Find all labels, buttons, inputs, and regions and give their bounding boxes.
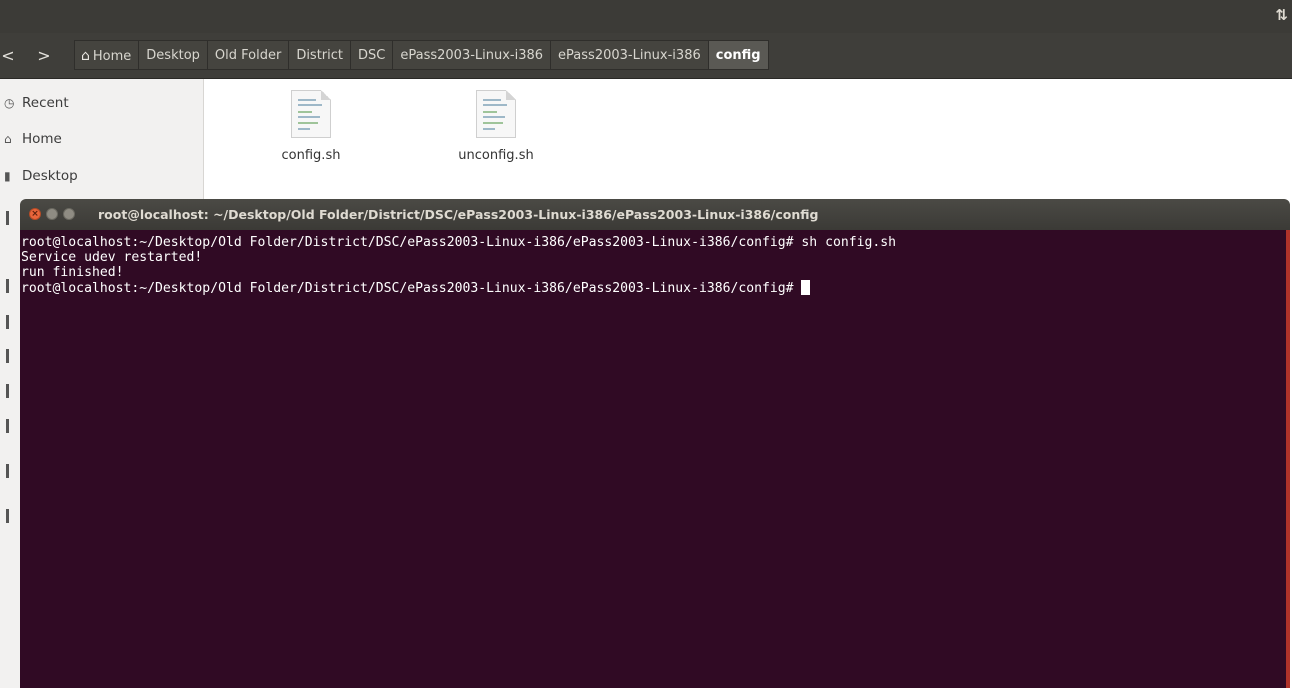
chevron-left-icon: < — [1, 45, 15, 65]
sidebar-item-icon-partial[interactable] — [6, 384, 9, 398]
sidebar-item-home[interactable]: ⌂ Home — [0, 127, 200, 151]
breadcrumb-old-folder[interactable]: Old Folder — [206, 40, 289, 70]
terminal-prompt: root@localhost:~/Desktop/Old Folder/Dist… — [21, 281, 802, 296]
breadcrumb: ⌂ Home Desktop Old Folder District DSC eP… — [74, 40, 769, 70]
terminal-window[interactable]: × root@localhost: ~/Desktop/Old Folder/D… — [20, 199, 1292, 688]
system-top-bar: ⇅ — [0, 0, 1292, 33]
file-name: config.sh — [281, 148, 341, 163]
terminal-cursor — [801, 280, 811, 295]
script-file-icon — [476, 90, 516, 138]
maximize-button[interactable] — [63, 208, 75, 220]
sidebar-item-icon-partial[interactable] — [6, 419, 9, 433]
script-file-icon — [291, 90, 331, 138]
sidebar-item-recent[interactable]: ◷ Recent — [0, 91, 200, 115]
sidebar-item-label: Recent — [22, 95, 69, 111]
sidebar-item-icon-partial[interactable] — [6, 315, 9, 329]
close-icon: × — [31, 209, 39, 219]
breadcrumb-config[interactable]: config — [707, 40, 769, 70]
breadcrumb-desktop[interactable]: Desktop — [138, 40, 207, 70]
sidebar-item-label: Desktop — [22, 168, 78, 184]
breadcrumb-epass2003-2[interactable]: ePass2003-Linux-i386 — [550, 40, 708, 70]
file-name: unconfig.sh — [458, 148, 534, 163]
file-config-sh[interactable]: config.sh — [256, 90, 366, 163]
forward-button[interactable]: > — [30, 41, 58, 69]
file-unconfig-sh[interactable]: unconfig.sh — [441, 90, 551, 163]
desktop-icon: ▮ — [4, 169, 11, 183]
sidebar-item-icon-partial[interactable] — [6, 211, 9, 225]
terminal-output[interactable]: root@localhost:~/Desktop/Old Folder/Dist… — [20, 230, 1290, 688]
back-button[interactable]: < — [0, 41, 22, 69]
sidebar-item-label: Home — [22, 131, 62, 147]
sidebar-item-icon-partial[interactable] — [6, 509, 9, 523]
breadcrumb-district[interactable]: District — [288, 40, 351, 70]
minimize-button[interactable] — [46, 208, 58, 220]
terminal-titlebar[interactable]: × root@localhost: ~/Desktop/Old Folder/D… — [20, 199, 1290, 230]
file-manager-toolbar: < > ⌂ Home Desktop Old Folder District DS… — [0, 33, 1292, 79]
terminal-line: Service udev restarted! — [21, 250, 203, 265]
terminal-line: root@localhost:~/Desktop/Old Folder/Dist… — [21, 235, 897, 250]
home-icon: ⌂ — [4, 132, 12, 146]
breadcrumb-home[interactable]: ⌂ Home — [74, 40, 139, 70]
sidebar-item-icon-partial[interactable] — [6, 464, 9, 478]
chevron-right-icon: > — [37, 45, 51, 65]
sidebar-item-icon-partial[interactable] — [6, 279, 9, 293]
terminal-title: root@localhost: ~/Desktop/Old Folder/Dis… — [98, 207, 819, 222]
breadcrumb-epass2003-1[interactable]: ePass2003-Linux-i386 — [392, 40, 551, 70]
sidebar-item-icon-partial[interactable] — [6, 349, 9, 363]
close-button[interactable]: × — [29, 208, 41, 220]
home-icon: ⌂ — [81, 48, 90, 64]
network-status-icon[interactable]: ⇅ — [1275, 6, 1288, 24]
terminal-line: run finished! — [21, 265, 124, 280]
sidebar-item-desktop[interactable]: ▮ Desktop — [0, 164, 200, 188]
breadcrumb-dsc[interactable]: DSC — [350, 40, 393, 70]
clock-icon: ◷ — [4, 96, 15, 110]
